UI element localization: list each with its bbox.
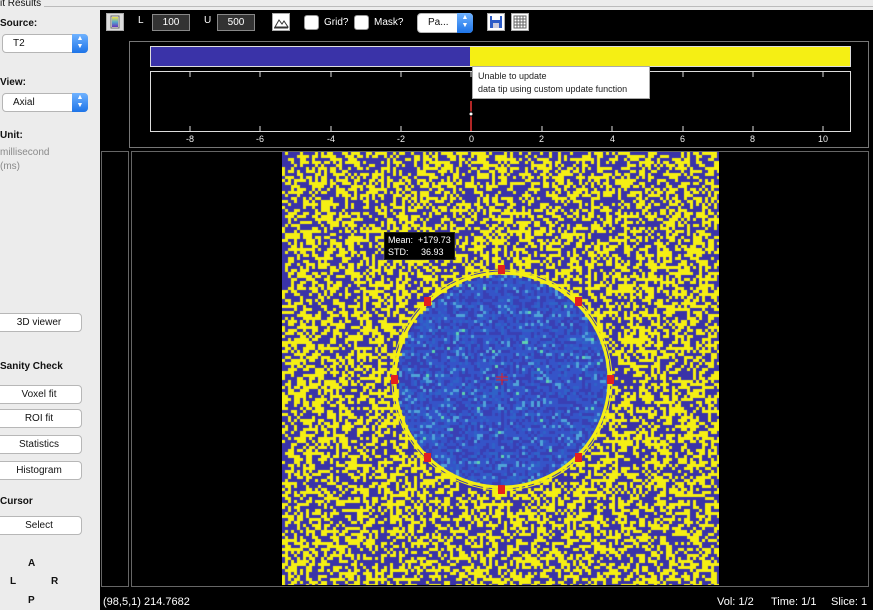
voxel-fit-button[interactable]: Voxel fit (0, 385, 82, 404)
main-display: L 100 U 500 Grid? Mask? Pa... ▲ ▼ -8 -6 … (100, 10, 873, 594)
volume-indicator: Vol: 1/2 (717, 596, 754, 608)
save-icon[interactable] (487, 13, 505, 31)
left-panel: it Results Source: T2 ▲ ▼ View: Axial ▲ ▼ … (0, 0, 100, 610)
roi-overlay[interactable] (282, 152, 719, 585)
panel-legend: it Results (0, 0, 45, 9)
select-arrows-icon: ▲ ▼ (72, 34, 88, 53)
tick-label: 8 (750, 134, 756, 144)
select-arrows-icon: ▲ ▼ (72, 93, 88, 112)
datatip-tooltip: Unable to update data tip using custom u… (472, 66, 650, 99)
pixel-readout: (98,5,1) 214.7682 (103, 596, 190, 608)
orient-right: R (51, 576, 59, 587)
orient-posterior: P (28, 595, 35, 606)
source-label: Source: (0, 18, 38, 29)
cursor-label: Cursor (0, 496, 33, 507)
tick-label: -6 (256, 134, 265, 144)
plane-popup-value: Pa... (428, 17, 449, 28)
tick-label: 6 (680, 134, 686, 144)
mask-label: Mask? (374, 17, 404, 28)
time-indicator: Time: 1/1 (771, 596, 817, 608)
view-label: View: (0, 77, 26, 88)
status-bar: (98,5,1) 214.7682 Vol: 1/2 Time: 1/1 Sli… (100, 594, 873, 610)
orient-anterior: A (28, 558, 36, 569)
grid-table-icon[interactable] (511, 13, 529, 31)
orient-left: L (10, 576, 17, 587)
source-value: T2 (13, 38, 25, 49)
histogram-button[interactable]: Histogram (0, 461, 82, 480)
tooltip-line-1: Unable to update (478, 71, 547, 81)
tooltip-line-2: data tip using custom update function (478, 84, 628, 94)
mask-checkbox[interactable] (354, 15, 369, 30)
grid-label: Grid? (324, 17, 349, 28)
viewer-3d-button[interactable]: 3D viewer (0, 313, 82, 332)
upper-limit-label: U (204, 15, 212, 26)
fieldset-border (44, 6, 873, 7)
tick-label: -2 (397, 134, 406, 144)
unit-label: Unit: (0, 130, 23, 141)
view-select[interactable]: Axial ▲ ▼ (2, 93, 88, 112)
colorbar-tick-labels: -8 -6 -4 -2 0 2 4 6 8 10 (100, 134, 873, 146)
roi-std: STD: 36.93 (388, 247, 444, 257)
roi-fit-button[interactable]: ROI fit (0, 409, 82, 428)
select-button[interactable]: Select (0, 516, 82, 535)
view-value: Axial (13, 97, 35, 108)
sanity-check-label: Sanity Check (0, 361, 63, 372)
roi-mean: Mean: +179.73 (388, 235, 451, 245)
colorbar-low (150, 46, 470, 67)
unit-value-1: millisecond (0, 147, 50, 158)
tick-label: 10 (818, 134, 829, 144)
select-arrows-icon: ▲ ▼ (457, 13, 473, 33)
colormap-icon[interactable] (106, 13, 124, 31)
tick-label: -8 (186, 134, 195, 144)
unit-value-2: (ms) (0, 161, 20, 172)
grid-checkbox[interactable] (304, 15, 319, 30)
lower-limit-input[interactable]: 100 (152, 14, 190, 31)
contrast-icon[interactable] (272, 13, 290, 31)
slice-indicator: Slice: 1 (831, 596, 868, 608)
tick-label: 2 (539, 134, 545, 144)
tick-label: -4 (327, 134, 336, 144)
roi-stats-tip: Mean: +179.73 STD: 36.93 (384, 232, 455, 260)
lower-limit-label: L (138, 15, 144, 26)
plane-popup[interactable]: Pa... ▲ ▼ (417, 13, 473, 33)
statistics-button[interactable]: Statistics (0, 435, 82, 454)
side-slider[interactable] (101, 151, 129, 587)
upper-limit-input[interactable]: 500 (217, 14, 255, 31)
tick-label: 4 (610, 134, 616, 144)
tick-label: 0 (469, 134, 475, 144)
colorbar-high (470, 46, 851, 67)
source-select[interactable]: T2 ▲ ▼ (2, 34, 88, 53)
toolbar: L 100 U 500 Grid? Mask? Pa... ▲ ▼ (100, 10, 873, 37)
